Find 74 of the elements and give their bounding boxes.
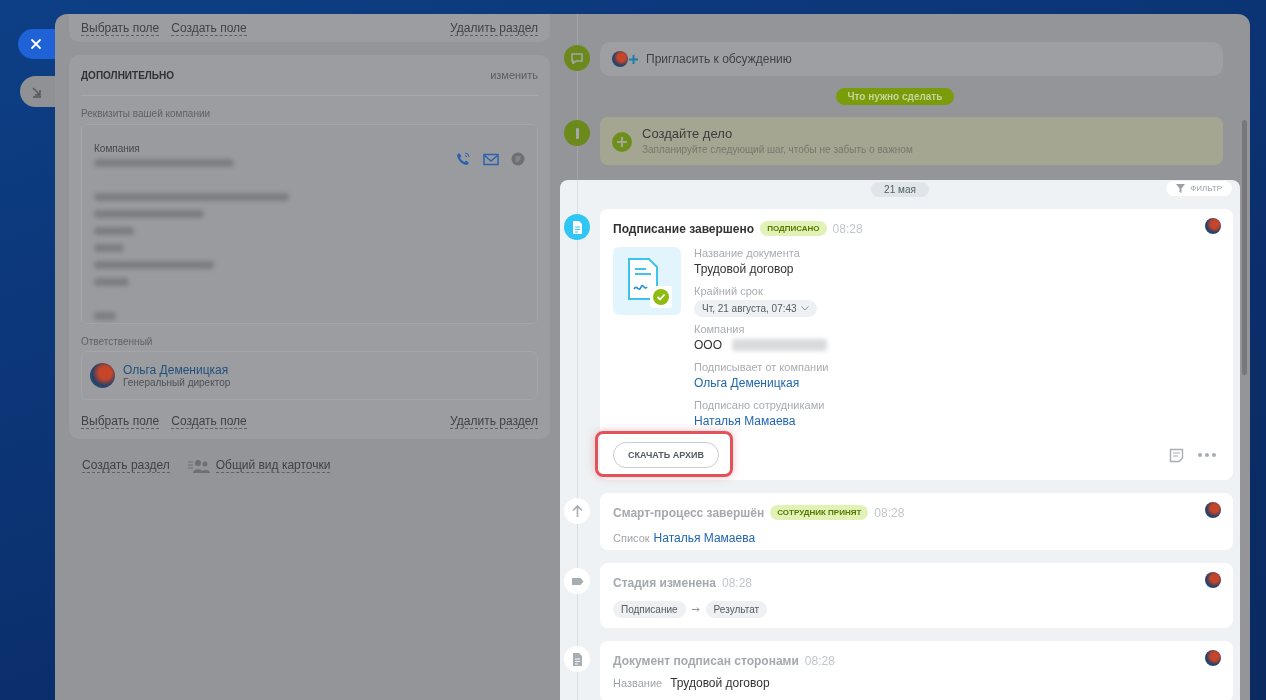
- delete-section-link[interactable]: Удалить раздел: [450, 414, 538, 429]
- field-label: Крайний срок: [694, 285, 763, 298]
- collapse-button[interactable]: [20, 76, 58, 107]
- download-archive-button[interactable]: СКАЧАТЬ АРХИВ: [613, 442, 719, 468]
- mail-icon: [483, 152, 499, 166]
- field-label: Название: [613, 677, 663, 689]
- avatar: [1205, 650, 1221, 666]
- stage-chip: Результат: [705, 601, 768, 618]
- field-label: Подписано сотрудниками: [694, 399, 825, 412]
- edit-link[interactable]: изменить: [490, 69, 538, 81]
- date-label: 21 мая: [871, 182, 929, 197]
- blurred-text: [94, 226, 134, 235]
- close-icon: [30, 38, 42, 50]
- event-time: 08:28: [832, 221, 863, 236]
- event-title: Подписание завершено: [613, 221, 755, 236]
- person-position: Генеральный директор: [123, 377, 231, 388]
- person-link[interactable]: Ольга Деменицкая: [694, 374, 800, 392]
- field-label: Список: [613, 532, 650, 544]
- people-list-icon: [187, 458, 210, 473]
- field-label: Название документа: [694, 247, 800, 260]
- person-link[interactable]: Наталья Мамаева: [694, 412, 796, 430]
- add-icon: [612, 132, 632, 152]
- avatar: [1205, 218, 1221, 234]
- field-value: ООО: [694, 337, 722, 354]
- person-name-link[interactable]: Ольга Деменицкая: [123, 363, 231, 377]
- event-title: Смарт-процесс завершён: [613, 505, 765, 520]
- field-value: Трудовой договор: [694, 261, 794, 278]
- avatar: [1205, 502, 1221, 518]
- phone-icon: [455, 151, 471, 167]
- field-label: Компания: [694, 323, 745, 336]
- field-label: Ответственный: [81, 336, 154, 347]
- avatar: [90, 363, 115, 388]
- plus-icon: [629, 54, 638, 64]
- avatar: [612, 51, 628, 67]
- signed-document-icon: [613, 247, 681, 315]
- note-icon: [1169, 447, 1184, 463]
- person-link[interactable]: Наталья Мамаева: [653, 531, 756, 545]
- event-title: Стадия изменена: [613, 575, 716, 590]
- link[interactable]: Создать поле: [171, 414, 247, 429]
- close-button[interactable]: [18, 29, 58, 59]
- field-label: Подписывает от компании: [694, 361, 829, 374]
- link[interactable]: Выбрать поле: [81, 414, 160, 429]
- invite-field[interactable]: Пригласить к обсуждению: [600, 42, 1223, 76]
- event-time: 08:28: [874, 505, 905, 520]
- delete-section-link[interactable]: Удалить раздел: [450, 20, 538, 36]
- create-section-link[interactable]: Создать раздел: [82, 458, 170, 473]
- event-title: Документ подписан сторонами: [613, 653, 799, 668]
- filter-icon: [1176, 184, 1186, 193]
- deadline-dropdown[interactable]: Чт, 21 августа, 07:43: [694, 300, 817, 317]
- field-label: Реквизиты вашей компании: [81, 108, 212, 119]
- task-title: Создайте дело: [642, 126, 734, 141]
- event-time: 08:28: [804, 653, 835, 668]
- field-value: Трудовой договор: [670, 676, 770, 690]
- invite-text: Пригласить к обсуждению: [646, 52, 792, 66]
- stage-chip: Подписание: [613, 601, 686, 618]
- section-divider-label: Что нужно сделать: [835, 88, 955, 105]
- blurred-text: [94, 277, 129, 286]
- link[interactable]: Выбрать поле: [81, 20, 160, 36]
- status-badge: ПОДПИСАНО: [760, 221, 827, 236]
- blurred-text: [94, 243, 124, 252]
- avatar: [1205, 572, 1221, 588]
- arrow-icon: [691, 607, 700, 612]
- status-badge: СОТРУДНИК ПРИНЯТ: [770, 505, 869, 520]
- chevron-icon: [800, 306, 809, 311]
- filter-button[interactable]: ФИЛЬТР: [1166, 181, 1232, 196]
- collapse-icon: [31, 85, 43, 98]
- event-time: 08:28: [722, 575, 752, 590]
- blurred-text: [94, 311, 116, 320]
- field-label: Компания: [94, 143, 141, 154]
- link[interactable]: Создать поле: [171, 20, 247, 36]
- more-icon: [1198, 453, 1216, 457]
- scrollbar[interactable]: [1242, 120, 1247, 375]
- section-title: ДОПОЛНИТЕЛЬНО: [81, 69, 175, 81]
- card-view-link[interactable]: Общий вид карточки: [215, 458, 331, 473]
